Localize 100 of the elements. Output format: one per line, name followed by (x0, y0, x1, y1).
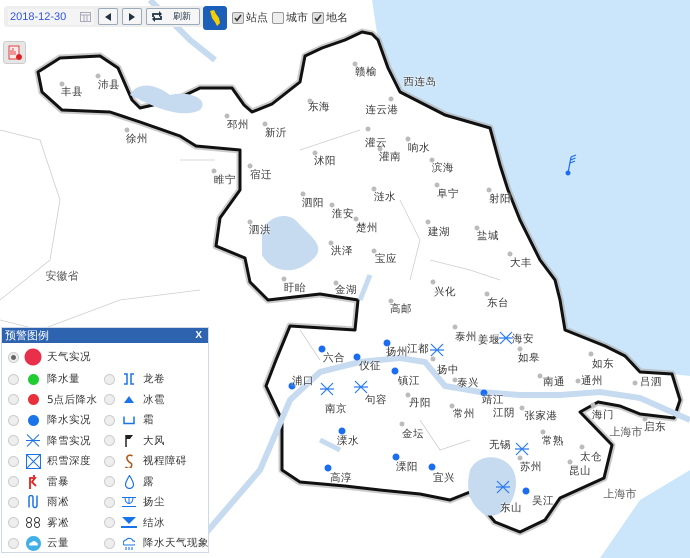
station-dot (378, 146, 382, 152)
province-map-button[interactable] (203, 6, 227, 30)
rime-icon (26, 517, 40, 528)
legend-item[interactable]: 冰雹 (104, 390, 212, 410)
place-label: 洪泽 (331, 246, 353, 256)
snowflake-icon (498, 331, 514, 345)
close-button[interactable]: X (195, 330, 202, 341)
place-label: 南通 (543, 376, 565, 388)
previous-button[interactable] (98, 8, 118, 25)
place-label: 江都 (407, 344, 429, 354)
place-label: 滨海 (432, 162, 454, 174)
station-dot (372, 248, 376, 254)
s-icon (124, 454, 134, 468)
place-label: 仪征 (359, 360, 381, 372)
place-label: 阜宁 (437, 188, 459, 200)
place-label: 金湖 (335, 284, 357, 296)
legend-tool-button[interactable] (3, 41, 26, 64)
legend-item[interactable]: 积雪深度 (8, 451, 104, 472)
station-dot (520, 406, 524, 410)
rain-dot (354, 354, 360, 360)
place-label: 太仓 (580, 452, 602, 462)
place-label: 六合 (323, 352, 345, 364)
snowflake-icon (495, 480, 511, 494)
legend-item[interactable]: 天气实况 (8, 345, 212, 369)
place-label: 金坛 (402, 428, 424, 440)
legend-item[interactable]: 5点后降水 (8, 390, 104, 410)
legend-item[interactable]: 扬尘 (104, 492, 212, 512)
station-dot (588, 352, 594, 356)
place-label: 海安 (512, 334, 534, 344)
legend-item[interactable]: 降水量 (8, 369, 104, 390)
place-label: 涟水 (374, 192, 396, 202)
dot-icon (28, 394, 38, 406)
legend-item[interactable]: 大风 (104, 430, 212, 451)
place-label: 江阴 (493, 408, 515, 418)
check-icon (314, 14, 322, 22)
layer-checkbox[interactable]: 站点 (232, 10, 268, 25)
region-label: 上海市 (610, 426, 642, 438)
station-dot (328, 240, 334, 246)
region-label: 上海市 (604, 488, 636, 500)
dot-icon (28, 414, 38, 426)
weather-seal-icon (24, 348, 42, 366)
station-dot (452, 378, 458, 382)
station-dot (452, 324, 458, 330)
legend-item[interactable]: 结冰 (104, 512, 212, 533)
station-dot (124, 128, 130, 132)
legend-item[interactable]: 露 (104, 472, 212, 492)
legend-item[interactable]: 龙卷 (104, 369, 212, 390)
legend-item[interactable]: 降水实况 (8, 410, 104, 430)
place-label: 句容 (365, 394, 387, 406)
snowflake-icon (353, 380, 369, 394)
date-field[interactable]: 2018-12-30 (8, 8, 94, 24)
station-dot (434, 182, 440, 188)
legend-item[interactable]: 降雪实况 (8, 430, 104, 451)
refresh-icon (151, 11, 163, 22)
chart-icon (8, 44, 22, 60)
layer-checkbox[interactable]: 地名 (312, 10, 348, 25)
station-dot (334, 280, 338, 286)
legend-item[interactable]: 雷暴 (8, 472, 104, 492)
snowflake-icon (26, 434, 40, 448)
place-label: 扬中 (437, 364, 459, 376)
place-label: 宜兴 (433, 472, 455, 484)
legend-item[interactable]: 雾凇 (8, 512, 104, 533)
place-label: 浦口 (292, 376, 314, 386)
station-dot (430, 158, 434, 162)
legend-item[interactable]: 降水天气现象 (104, 533, 212, 554)
place-label: 泗洪 (249, 224, 271, 236)
station-dot (388, 298, 394, 304)
station-dot (330, 202, 334, 208)
icing-icon (121, 517, 137, 528)
legend-item[interactable]: 云量 (8, 533, 104, 554)
station-dot (642, 416, 648, 422)
layer-checkbox[interactable]: 城市 (272, 10, 308, 25)
station-dot (96, 74, 100, 78)
place-label: 连云港 (366, 104, 398, 116)
place-label: 睢宁 (214, 174, 236, 186)
legend-item[interactable]: 视程障碍 (104, 451, 212, 472)
place-label: 宝应 (375, 254, 397, 264)
place-label: 高邮 (390, 304, 412, 314)
tornado-icon (123, 373, 135, 386)
legend-item[interactable]: 雨凇 (8, 492, 104, 512)
station-dot (312, 150, 318, 156)
station-dot (474, 226, 480, 230)
station-dot (400, 422, 404, 426)
place-label: 宿迁 (250, 170, 272, 180)
refresh-button[interactable]: 刷新 (146, 8, 200, 25)
legend-item[interactable]: 霜 (104, 410, 212, 430)
place-label: 兴化 (434, 286, 456, 298)
place-label: 昆山 (569, 466, 591, 476)
station-dot (60, 82, 64, 86)
station-dot (354, 216, 358, 222)
next-button[interactable] (122, 8, 142, 25)
place-label: 新沂 (265, 128, 287, 138)
place-label: 海门 (592, 410, 614, 420)
place-label: 镇江 (398, 376, 420, 386)
station-dot (486, 188, 492, 192)
place-label: 无锡 (489, 440, 511, 450)
place-label: 高淳 (330, 472, 352, 484)
station-dot (262, 122, 268, 126)
station-dot (430, 280, 436, 284)
place-label: 邳州 (227, 120, 249, 130)
